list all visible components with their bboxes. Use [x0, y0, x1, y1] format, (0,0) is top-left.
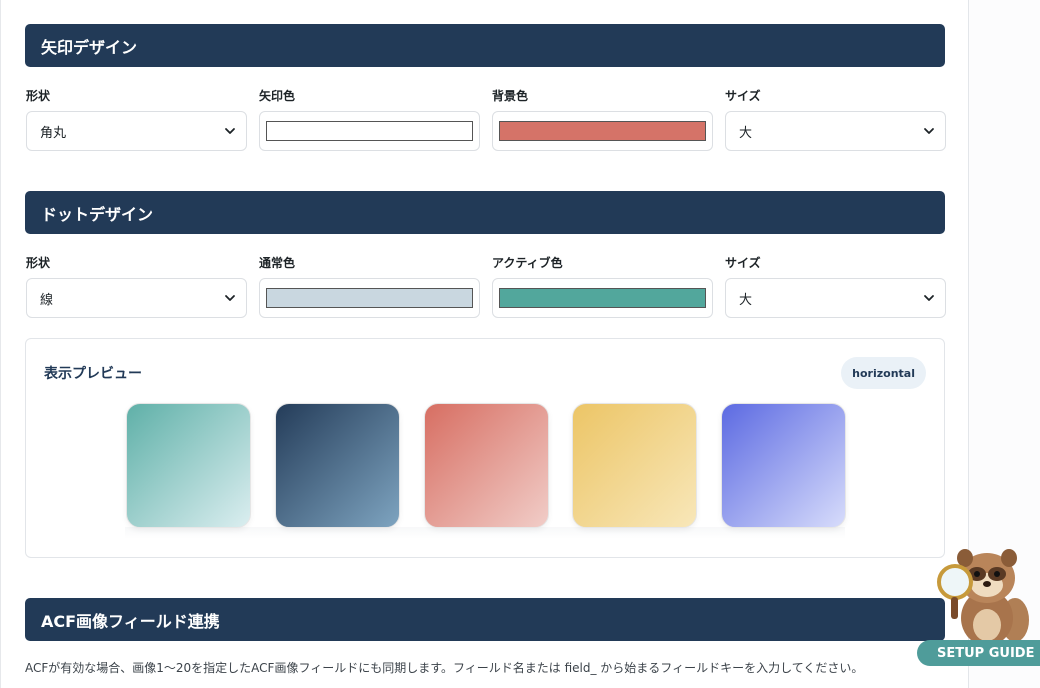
arrow-bg-color-label: 背景色 [492, 89, 529, 103]
dot-shape-label: 形状 [26, 256, 51, 270]
dot-size-label: サイズ [725, 256, 761, 270]
preview-slide-teal [126, 403, 251, 528]
arrow-size-value: 大 [739, 125, 753, 141]
arrow-shape-label: 形状 [26, 89, 51, 103]
dot-active-color-swatch[interactable] [499, 288, 706, 308]
dot-normal-color-swatch[interactable] [266, 288, 473, 308]
dot-design-title: ドットデザイン [41, 204, 154, 224]
arrow-shape-value: 角丸 [40, 125, 67, 141]
dot-shape-select[interactable]: 線 [26, 278, 247, 318]
raccoon-mascot-icon[interactable] [925, 540, 1040, 650]
dot-size-select[interactable]: 大 [725, 278, 946, 318]
arrow-size-select[interactable]: 大 [725, 111, 946, 151]
setup-guide-button[interactable]: SETUP GUIDE M [917, 640, 1040, 666]
dot-active-color-picker[interactable] [492, 278, 713, 318]
content-left-border [0, 0, 1, 688]
acf-description: ACFが有効な場合、画像1〜20を指定したACF画像フィールドにも同期します。フ… [25, 661, 864, 675]
arrow-bg-color-picker[interactable] [492, 111, 713, 151]
acf-section-header: ACF画像フィールド連携 [25, 598, 945, 641]
orientation-badge: horizontal [841, 357, 926, 389]
arrow-color-label: 矢印色 [259, 89, 296, 103]
arrow-design-title: 矢印デザイン [41, 37, 138, 57]
dot-normal-color-picker[interactable] [259, 278, 480, 318]
arrow-shape-select[interactable]: 角丸 [26, 111, 247, 151]
preview-slide-indigo [721, 403, 846, 528]
arrow-color-picker[interactable] [259, 111, 480, 151]
dot-size-value: 大 [739, 292, 753, 308]
chevron-down-icon [225, 128, 235, 134]
chevron-down-icon [225, 295, 235, 301]
dot-active-color-label: アクティブ色 [492, 256, 563, 270]
preview-card: 表示プレビュー horizontal [25, 338, 945, 558]
acf-section-title: ACF画像フィールド連携 [41, 611, 220, 631]
chevron-down-icon [924, 295, 934, 301]
dot-design-header: ドットデザイン [25, 191, 945, 234]
preview-slide-yellow [572, 403, 697, 528]
chevron-down-icon [924, 128, 934, 134]
dot-normal-color-label: 通常色 [259, 256, 296, 270]
arrow-color-swatch[interactable] [266, 121, 473, 141]
dot-shape-value: 線 [40, 292, 54, 308]
setup-guide-label: SETUP GUIDE M [937, 645, 1040, 661]
arrow-size-label: サイズ [725, 89, 761, 103]
preview-reflection [125, 527, 845, 539]
preview-slide-coral [424, 403, 549, 528]
arrow-design-header: 矢印デザイン [25, 24, 945, 67]
preview-title: 表示プレビュー [44, 366, 142, 382]
arrow-bg-color-swatch[interactable] [499, 121, 706, 141]
preview-slide-navy [275, 403, 400, 528]
